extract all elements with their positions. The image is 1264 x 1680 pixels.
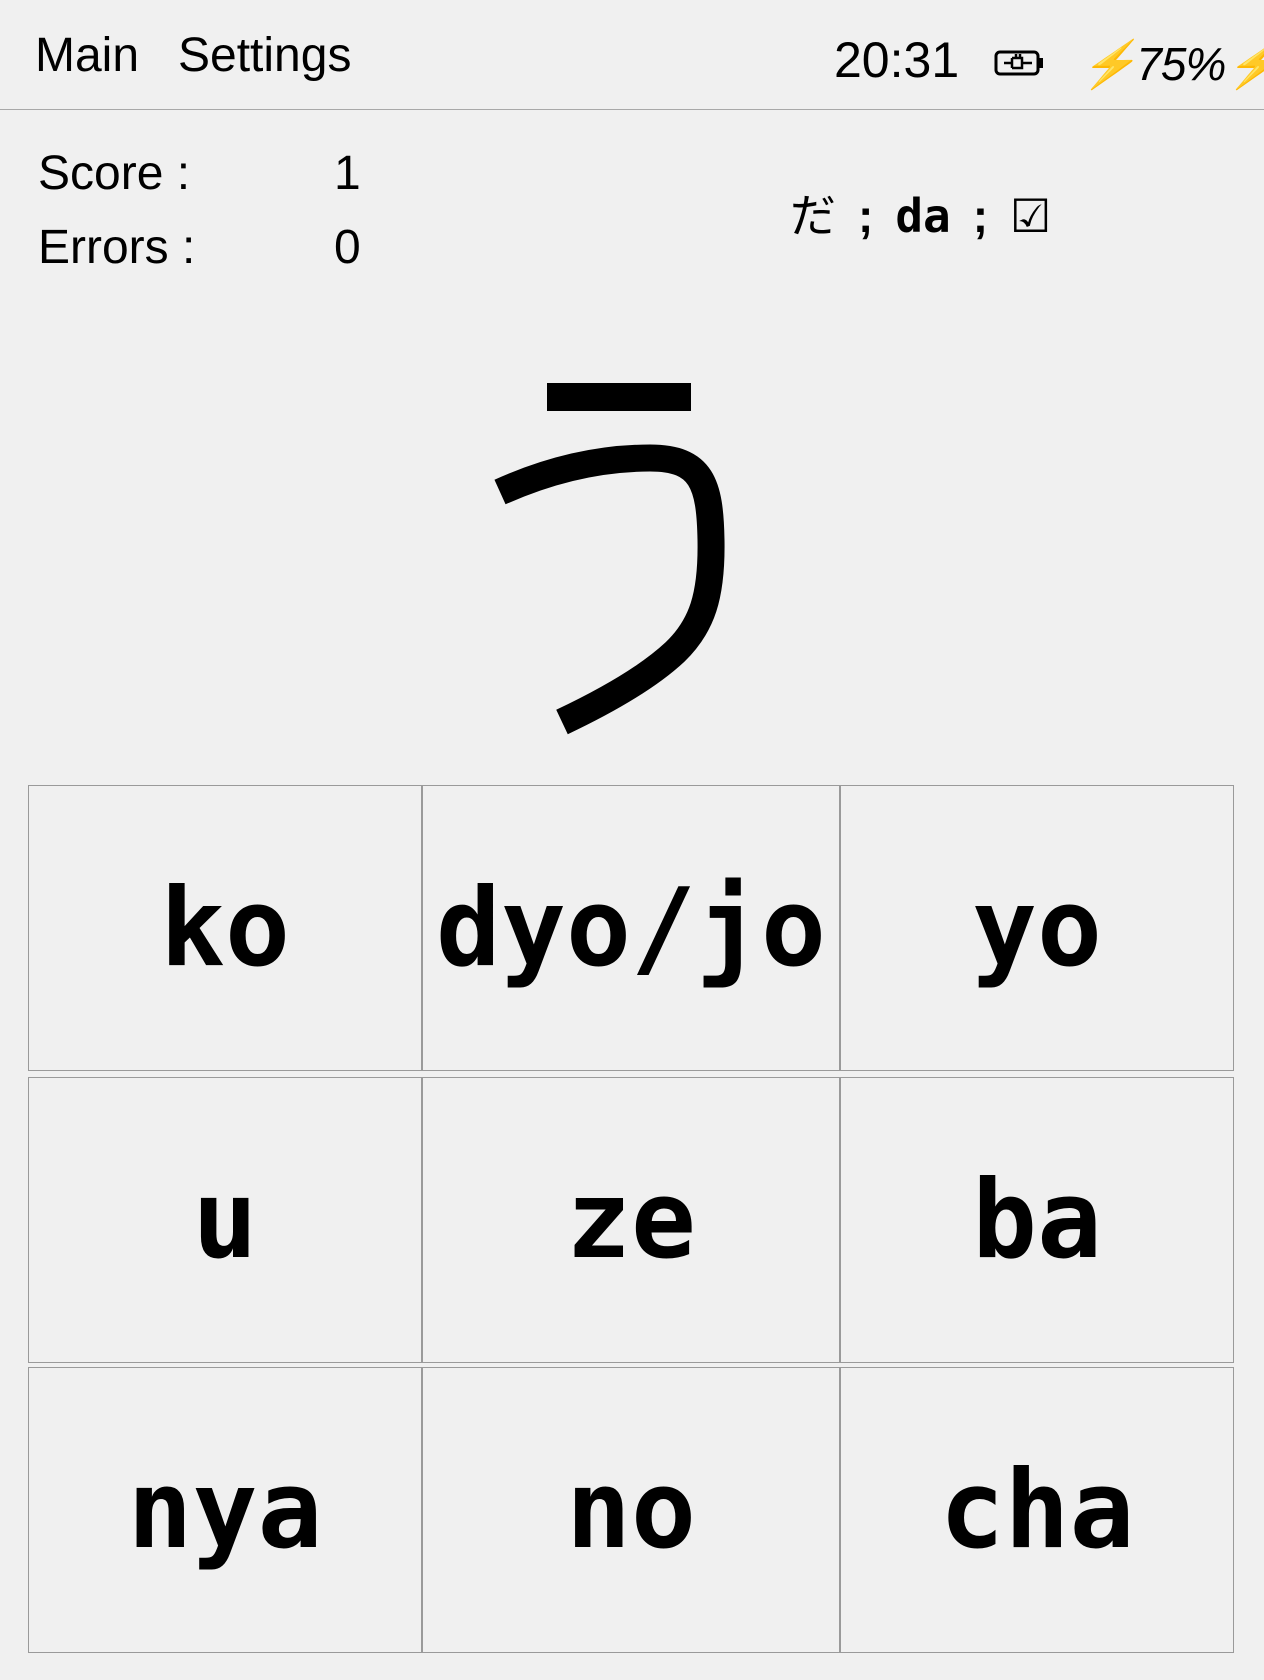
battery-charging-icon	[994, 50, 1043, 76]
separator: ;	[972, 190, 989, 242]
answer-button[interactable]: yo	[840, 785, 1234, 1071]
answer-button[interactable]: cha	[840, 1367, 1234, 1653]
score-value: 1	[334, 147, 361, 200]
score-label: Score :	[38, 147, 191, 200]
menu-settings[interactable]: Settings	[178, 26, 351, 86]
errors-value: 0	[334, 221, 361, 274]
menu-main[interactable]: Main	[35, 26, 139, 86]
last-answer-romaji: da	[895, 189, 951, 243]
top-menu-bar: Main Settings 20:31 ⚡75%⚡	[0, 0, 1264, 110]
answer-button[interactable]: nya	[28, 1367, 422, 1653]
battery-level: ⚡75%⚡	[1080, 38, 1264, 90]
separator: ;	[858, 190, 874, 242]
answer-button[interactable]: ko	[28, 785, 422, 1071]
answer-button[interactable]: no	[422, 1367, 840, 1653]
errors-label: Errors :	[38, 221, 196, 274]
correct-check-icon: ☑	[1010, 189, 1052, 243]
last-answer-kana: だ	[790, 189, 836, 243]
answer-button[interactable]: ze	[422, 1077, 840, 1363]
prompt-kana	[494, 383, 725, 735]
status-clock: 20:31	[834, 32, 960, 88]
answer-button[interactable]: dyo/jo	[422, 785, 840, 1071]
answer-button[interactable]: u	[28, 1077, 422, 1363]
last-answer: だ; da; ☑	[790, 186, 1051, 246]
answer-button[interactable]: ba	[840, 1077, 1234, 1363]
